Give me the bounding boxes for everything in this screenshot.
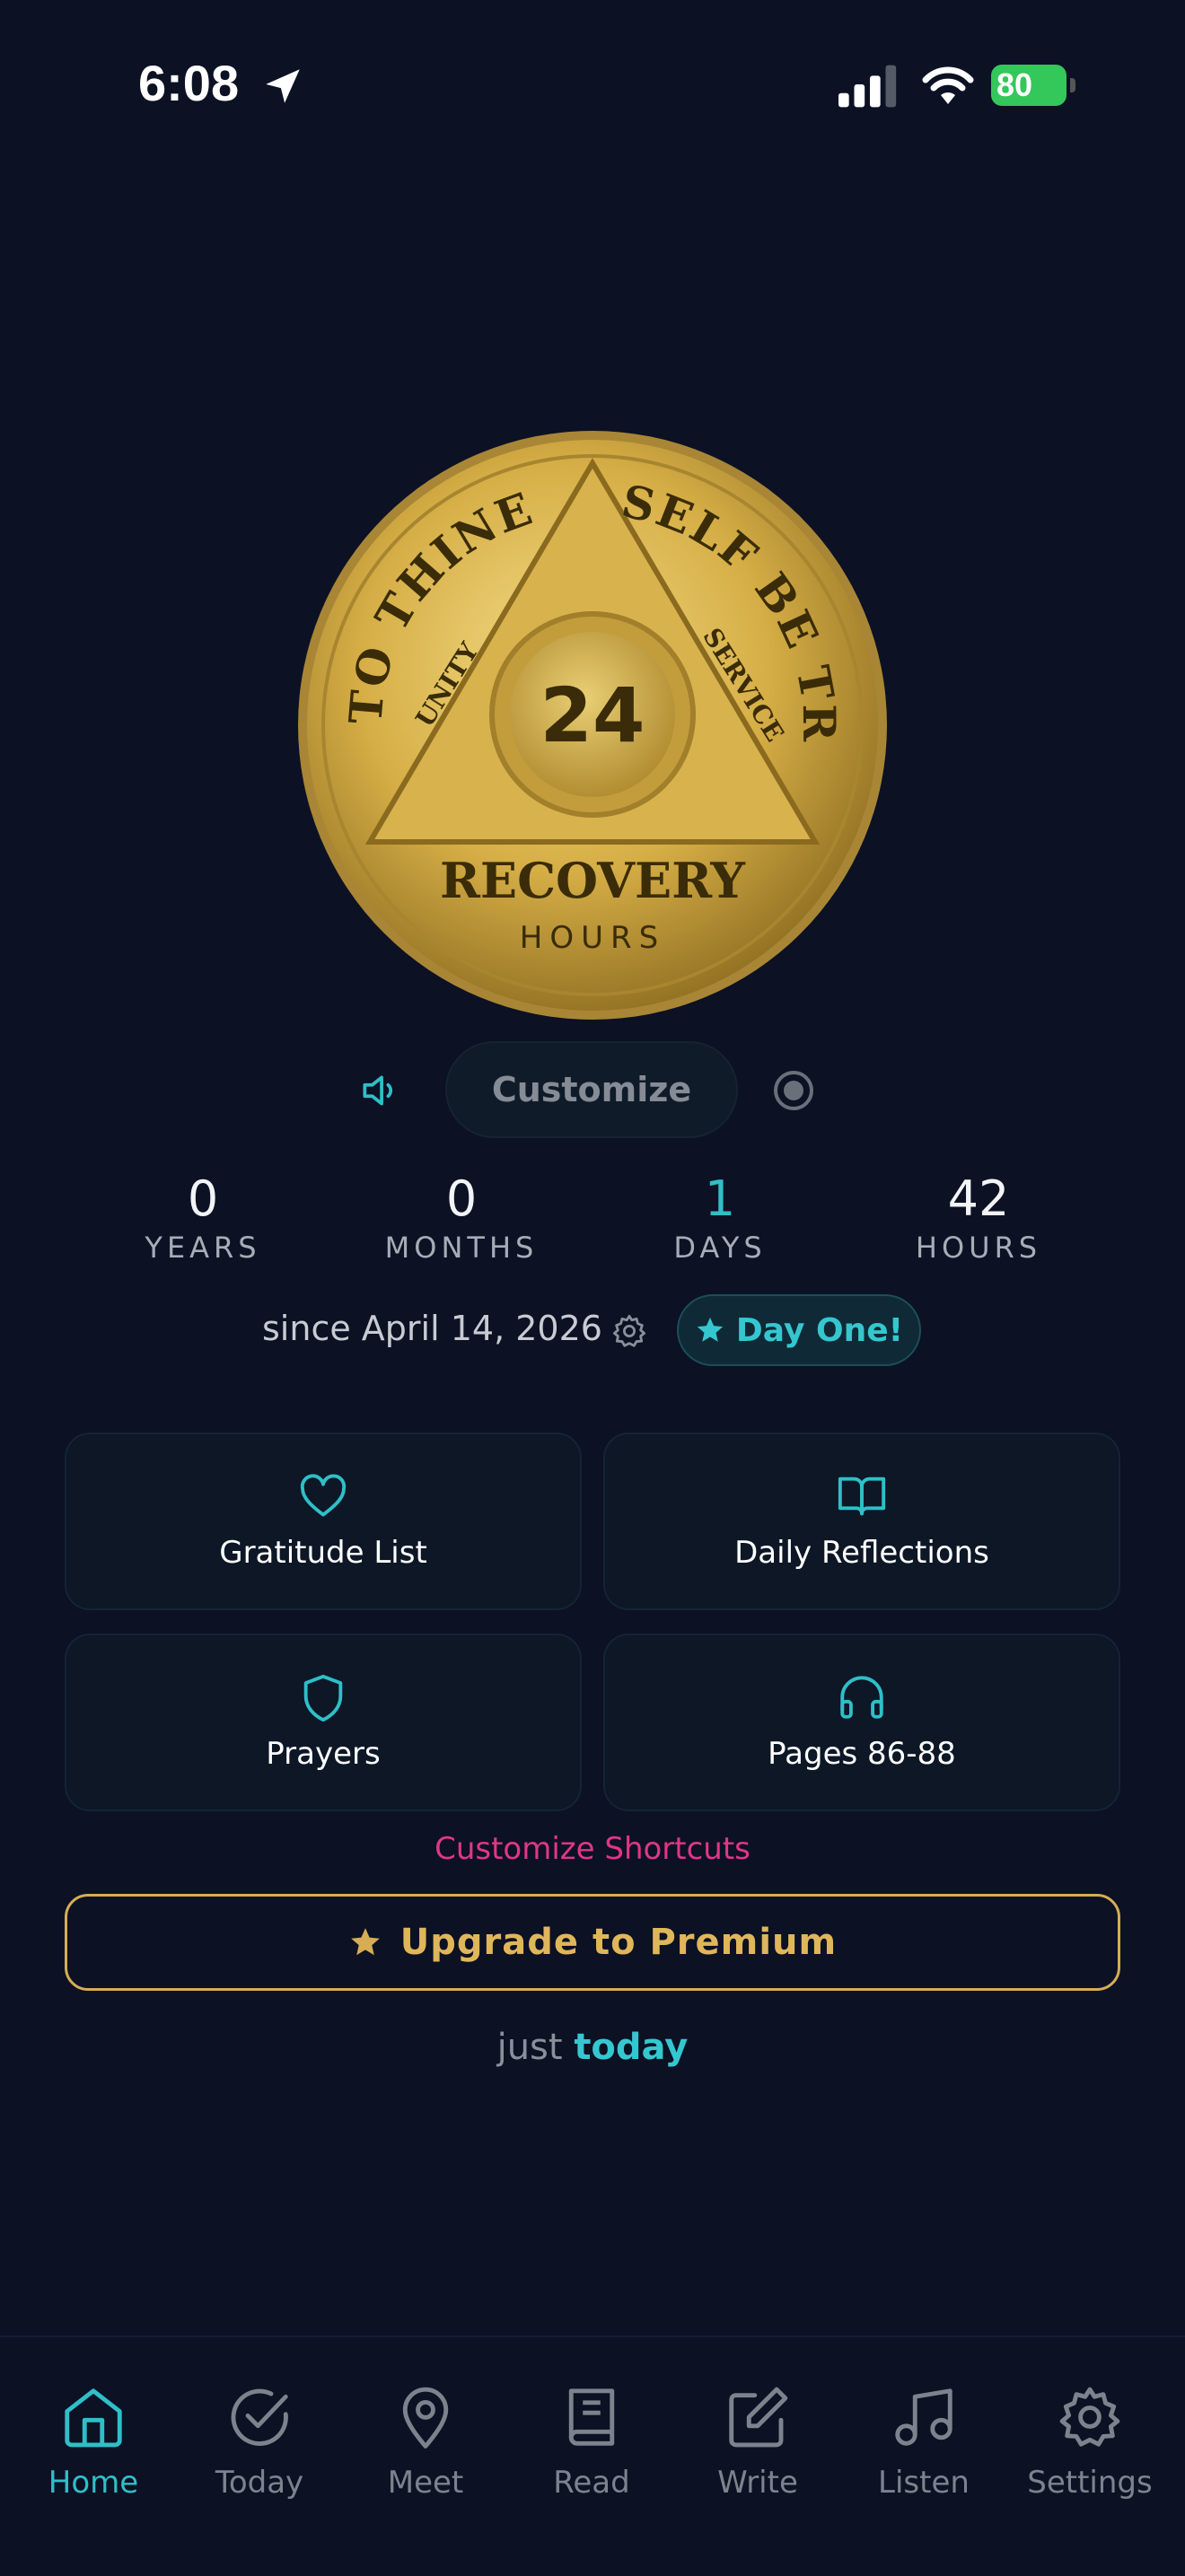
battery-level: 80 — [996, 66, 1033, 103]
counter-value: 42 — [947, 1170, 1010, 1227]
star-icon — [350, 1928, 380, 1956]
cellular-signal-icon — [838, 65, 897, 108]
gear-icon[interactable] — [610, 1312, 648, 1350]
heart-icon — [300, 1474, 347, 1517]
counter-label: HOURS — [915, 1231, 1042, 1266]
record-icon[interactable] — [772, 1069, 815, 1112]
status-time: 6:08 — [138, 55, 240, 111]
counter-label: MONTHS — [384, 1231, 539, 1266]
check-circle-icon — [231, 2388, 288, 2446]
headphones-icon — [840, 1676, 883, 1719]
battery-indicator: 80 — [991, 65, 1075, 108]
shortcut-label: Daily Reflections — [734, 1535, 989, 1571]
shortcut-label: Prayers — [266, 1736, 381, 1772]
edit-icon — [729, 2387, 788, 2448]
just-emphasis: today — [574, 2027, 689, 2068]
premium-label: Upgrade to Premium — [399, 1922, 838, 1963]
map-pin-icon — [402, 2387, 449, 2449]
coin-main-text: RECOVERY — [440, 852, 746, 909]
tab-write[interactable]: Write — [673, 2382, 842, 2501]
book-open-icon — [838, 1476, 886, 1516]
upgrade-premium-button[interactable]: Upgrade to Premium — [65, 1894, 1120, 1991]
counter-value: 0 — [187, 1170, 219, 1227]
counter-value: 1 — [704, 1170, 736, 1227]
music-icon — [895, 2388, 952, 2446]
customize-button[interactable]: Customize — [445, 1041, 738, 1138]
counter-days: 1 DAYS — [612, 1170, 828, 1266]
counter-years: 0 YEARS — [95, 1170, 311, 1266]
tab-label: Meet — [387, 2465, 464, 2501]
shortcut-gratitude-list[interactable]: Gratitude List — [65, 1433, 582, 1610]
shortcut-label: Gratitude List — [219, 1535, 427, 1571]
sobriety-date: since April 14, 2026 — [262, 1309, 602, 1348]
tab-label: Read — [553, 2465, 630, 2501]
gear-icon — [1059, 2387, 1120, 2447]
wifi-icon — [922, 66, 974, 104]
counter-value: 0 — [445, 1170, 478, 1227]
home-icon — [65, 2388, 122, 2448]
just-prefix: just — [496, 2027, 563, 2068]
tab-listen[interactable]: Listen — [839, 2382, 1008, 2501]
shortcut-pages-86-88[interactable]: Pages 86-88 — [603, 1634, 1120, 1811]
location-arrow-icon — [266, 69, 300, 103]
milestone-badge[interactable]: Day One! — [677, 1294, 921, 1366]
tab-meet[interactable]: Meet — [341, 2382, 510, 2501]
counter-label: YEARS — [145, 1231, 261, 1266]
counter-months: 0 MONTHS — [354, 1170, 569, 1266]
counter-hours: 42 HOURS — [871, 1170, 1086, 1266]
coin-number: 24 — [540, 671, 645, 759]
tab-read[interactable]: Read — [507, 2382, 676, 2501]
speaker-icon[interactable] — [357, 1068, 402, 1113]
coin-unit-text: HOURS — [520, 920, 665, 956]
book-icon — [568, 2388, 615, 2446]
customize-shortcuts-link[interactable]: Customize Shortcuts — [0, 1831, 1185, 1867]
tab-label: Home — [48, 2465, 139, 2501]
shield-icon — [303, 1674, 343, 1722]
counter-label: DAYS — [673, 1231, 767, 1266]
tab-label: Listen — [878, 2465, 970, 2501]
tab-bar: Home Today Meet Read Write Listen Settin… — [0, 2335, 1185, 2576]
tab-settings[interactable]: Settings — [1005, 2382, 1174, 2501]
tab-label: Write — [717, 2465, 798, 2501]
tab-label: Settings — [1027, 2465, 1153, 2501]
shortcut-label: Pages 86-88 — [768, 1736, 956, 1772]
star-icon — [697, 1317, 724, 1342]
tab-home[interactable]: Home — [9, 2382, 178, 2501]
shortcut-daily-reflections[interactable]: Daily Reflections — [603, 1433, 1120, 1610]
tab-label: Today — [215, 2465, 304, 2501]
milestone-label: Day One! — [735, 1311, 904, 1349]
tab-today[interactable]: Today — [175, 2382, 344, 2501]
just-today-text: just today — [0, 2027, 1185, 2068]
shortcut-prayers[interactable]: Prayers — [65, 1634, 582, 1811]
recovery-coin[interactable]: TO THINE OWN SELF BE TRUE UNITY SERVICE … — [296, 429, 889, 1021]
